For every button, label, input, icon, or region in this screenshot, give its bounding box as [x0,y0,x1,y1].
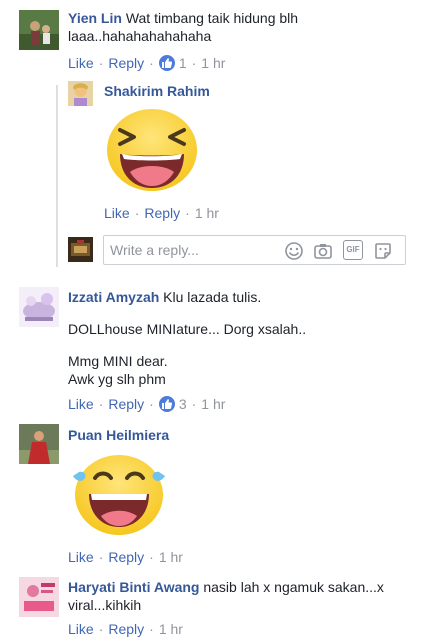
author-name[interactable]: Shakirim Rahim [104,83,210,99]
tears-of-joy-emoji-sticker [69,454,169,536]
author-name[interactable]: Yien Lin [68,10,122,26]
author-name[interactable]: Izzati Amyzah [68,289,159,305]
avatar-haryati-binti-awang[interactable] [19,577,59,617]
reply-button[interactable]: Reply [108,621,144,637]
emoji-icon[interactable] [284,241,304,261]
like-button[interactable]: Like [68,396,94,412]
comment-actions: Like · Reply · 3 · 1 hr [68,396,226,412]
timestamp[interactable]: 1 hr [159,549,183,565]
like-button[interactable]: Like [68,55,94,71]
reply-input[interactable] [110,240,280,260]
like-reaction-icon[interactable] [158,55,175,71]
timestamp[interactable]: 1 hr [159,621,183,637]
comment-body: Yien Lin Wat timbang taik hidung blh laa… [68,9,408,45]
current-user-avatar [68,237,93,262]
avatar-shakirim-rahim[interactable] [68,81,93,106]
like-reaction-icon[interactable] [158,396,175,412]
comment-text: Mmg MINI dear. [68,353,168,369]
sticker-icon[interactable] [373,241,393,261]
comment-actions: Like · Reply · 1 hr [68,621,183,637]
author-name[interactable]: Haryati Binti Awang [68,579,199,595]
laughing-emoji-sticker [106,108,198,192]
like-count[interactable]: 1 [179,55,187,71]
timestamp[interactable]: 1 hr [195,205,219,221]
author-name[interactable]: Puan Heilmiera [68,427,169,443]
avatar-puan-heilmiera[interactable] [19,424,59,464]
comment-body: Haryati Binti Awang nasib lah x ngamuk s… [68,578,418,614]
gif-icon[interactable]: GIF [343,240,363,260]
comment-text: DOLLhouse MINIature... Dorg xsalah.. [68,321,307,337]
avatar-izzati-amyzah[interactable] [19,287,59,327]
timestamp[interactable]: 1 hr [201,55,225,71]
like-button[interactable]: Like [104,205,130,221]
comment-actions: Like · Reply · 1 hr [68,549,183,565]
comment-text: Klu lazada tulis. [163,289,262,305]
reply-button[interactable]: Reply [108,55,144,71]
comment-body: Izzati Amyzah Klu lazada tulis. DOLLhous… [68,288,408,388]
like-count[interactable]: 3 [179,396,187,412]
reply-composer: GIF [103,235,406,265]
reply-thread-line [56,85,58,267]
comment-actions: Like · Reply · 1 · 1 hr [68,55,226,71]
avatar-yien-lin[interactable] [19,10,59,50]
camera-icon[interactable] [313,241,333,261]
like-button[interactable]: Like [68,621,94,637]
reply-button[interactable]: Reply [108,396,144,412]
timestamp[interactable]: 1 hr [201,396,225,412]
reply-actions: Like · Reply · 1 hr [104,205,219,221]
comment-text: Awk yg slh phm [68,371,166,387]
like-button[interactable]: Like [68,549,94,565]
reply-button[interactable]: Reply [144,205,180,221]
reply-button[interactable]: Reply [108,549,144,565]
